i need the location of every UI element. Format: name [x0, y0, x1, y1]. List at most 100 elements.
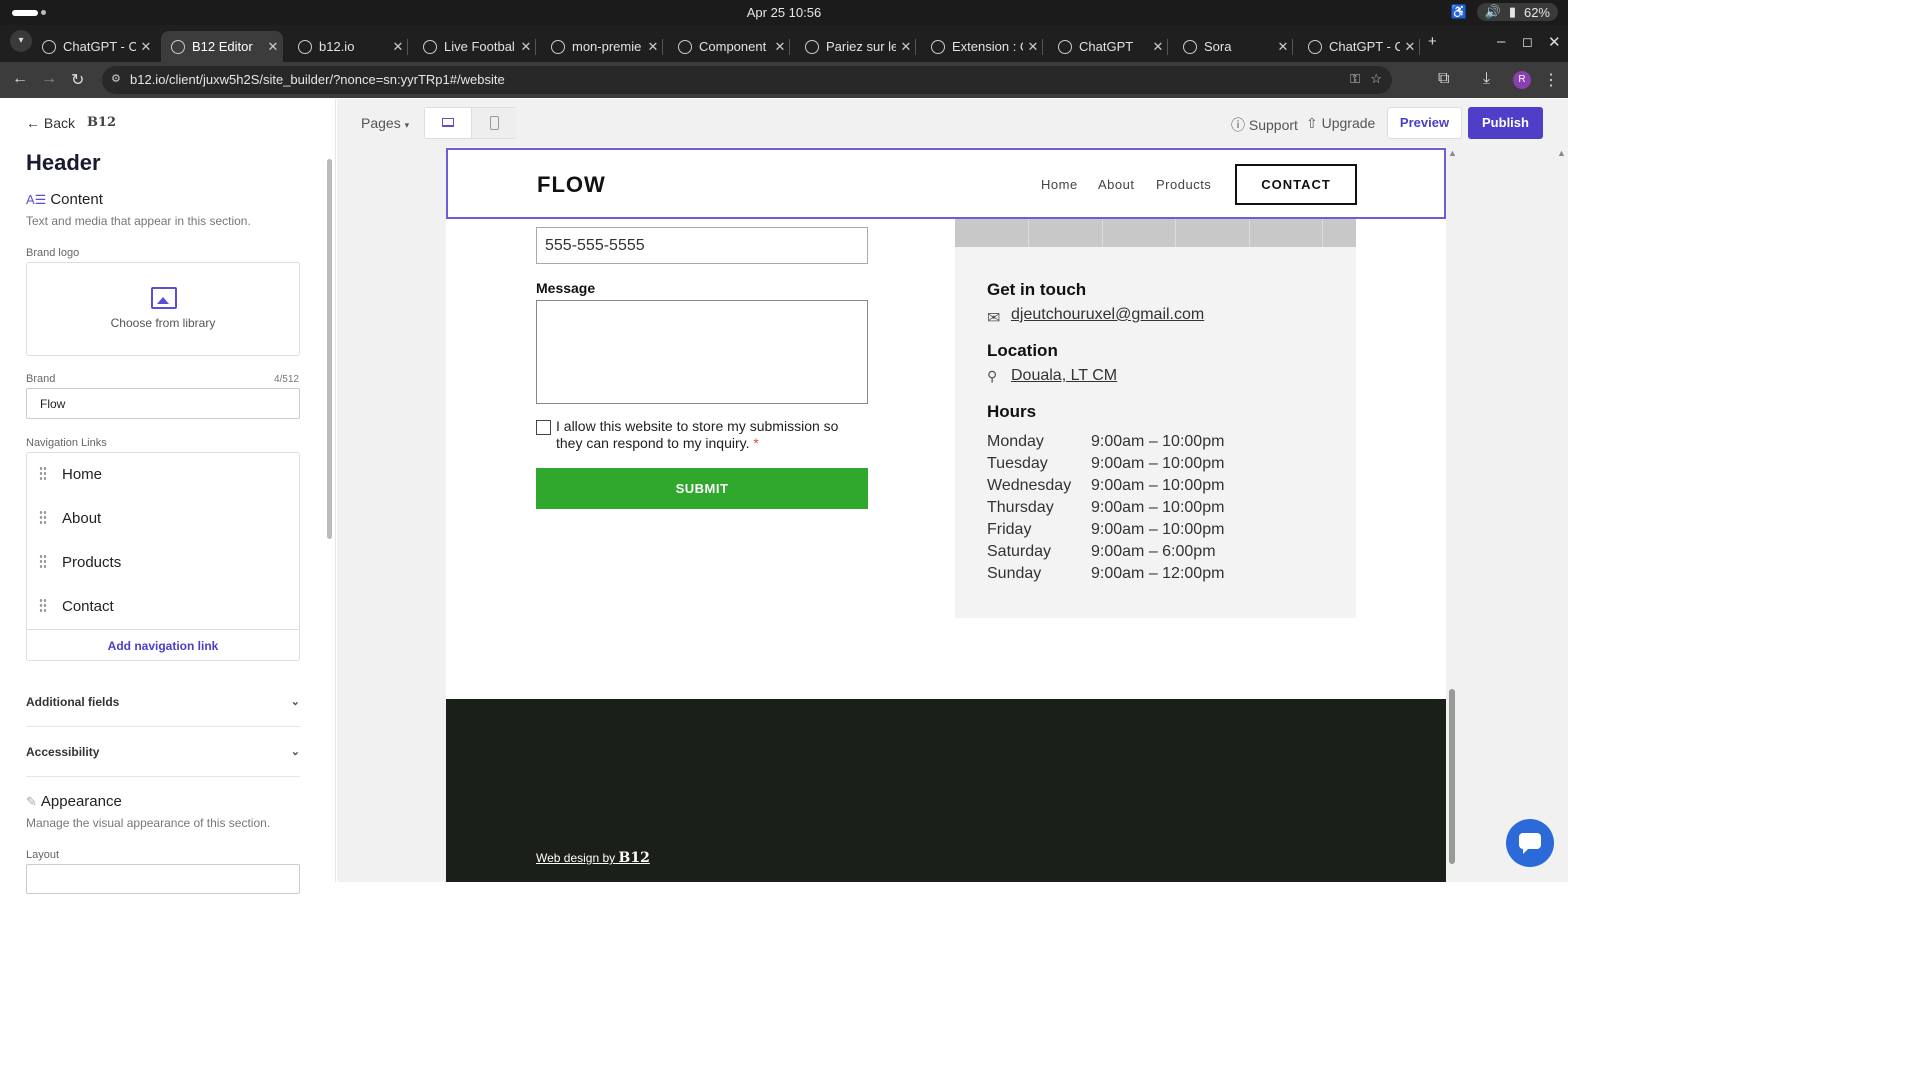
drag-handle-icon[interactable]: [39, 554, 47, 570]
nav-link-item[interactable]: About: [27, 497, 299, 541]
tab-active[interactable]: B12 Editor ✕: [161, 31, 283, 62]
forward-arrow-icon[interactable]: →: [41, 70, 57, 88]
sidebar-scrollbar[interactable]: [327, 159, 332, 539]
back-arrow-icon[interactable]: ←: [12, 70, 28, 88]
tab-close-icon[interactable]: ✕: [1400, 39, 1420, 55]
new-tab-button[interactable]: +: [1428, 33, 1437, 50]
tab-close-icon[interactable]: ✕: [1273, 39, 1293, 55]
browser-tab[interactable]: Sora ✕: [1173, 31, 1293, 62]
support-link[interactable]: ⓘ Support: [1231, 115, 1298, 135]
nav-link-item[interactable]: Contact: [27, 585, 299, 629]
tab-close-icon[interactable]: ✕: [136, 39, 156, 55]
map-gridline: [1102, 219, 1103, 247]
drag-handle-icon[interactable]: [39, 510, 47, 526]
tab-title: mon-premie: [572, 39, 642, 54]
pages-dropdown[interactable]: Pages ▾: [361, 115, 409, 145]
battery-status[interactable]: 🔊 ▮ 62%: [1476, 3, 1558, 21]
email-link[interactable]: djeutchouruxel@gmail.com: [1011, 306, 1204, 324]
navigation-links-label: Navigation Links: [26, 437, 107, 449]
web-design-credit-link[interactable]: Web design by B12: [536, 850, 650, 866]
browser-tab[interactable]: Component ✕: [668, 31, 790, 62]
browser-tab[interactable]: Extension : C ✕: [921, 31, 1043, 62]
divider: [26, 776, 300, 777]
site-nav-products[interactable]: Products: [1156, 177, 1211, 192]
system-tray[interactable]: ♿ 🔊 ▮ 62%: [1450, 3, 1558, 21]
map-gridline: [1028, 219, 1029, 247]
tab-separator: [1419, 39, 1420, 55]
close-window-button[interactable]: ✕: [1548, 33, 1561, 51]
tab-close-icon[interactable]: ✕: [1148, 39, 1168, 55]
nav-link-item[interactable]: Home: [27, 453, 299, 497]
system-clock[interactable]: Apr 25 10:56: [0, 5, 1568, 20]
tab-close-icon[interactable]: ✕: [1023, 39, 1043, 55]
location-pin-icon: ⚲: [987, 368, 998, 384]
site-nav-about[interactable]: About: [1098, 177, 1134, 192]
browser-tab[interactable]: ChatGPT - C ✕: [1298, 31, 1420, 62]
layout-select[interactable]: [26, 864, 300, 894]
browser-menu-icon[interactable]: ⋮: [1543, 70, 1559, 90]
site-nav-home[interactable]: Home: [1041, 177, 1078, 192]
browser-tab[interactable]: ChatGPT - C ✕: [32, 31, 156, 62]
tab-close-icon[interactable]: ✕: [643, 39, 663, 55]
tab-favicon-icon: [678, 39, 692, 54]
hours-day: Wednesday: [987, 477, 1072, 494]
brand-label: Brand: [26, 373, 56, 385]
scroll-up-arrow-icon[interactable]: ▲: [1448, 148, 1457, 158]
message-textarea[interactable]: [536, 300, 868, 404]
site-footer[interactable]: Web design by B12: [446, 699, 1446, 882]
submit-button[interactable]: SUBMIT: [536, 468, 868, 509]
scroll-up-arrow-icon[interactable]: ▲: [1557, 148, 1566, 158]
browser-tab[interactable]: b12.io ✕: [288, 31, 408, 62]
chat-support-button[interactable]: [1506, 819, 1554, 867]
drag-handle-icon[interactable]: [39, 466, 47, 482]
tab-title: ChatGPT - C: [1329, 39, 1400, 54]
browser-tab[interactable]: Live Footbal ✕: [413, 31, 536, 62]
bookmark-star-icon[interactable]: ☆: [1370, 71, 1382, 87]
maximize-button[interactable]: ◻: [1522, 34, 1533, 50]
location-link[interactable]: Douala, LT CM: [1011, 367, 1117, 385]
tab-close-icon[interactable]: ✕: [770, 39, 790, 55]
mobile-view-button[interactable]: [471, 108, 517, 138]
tab-title: Sora: [1204, 39, 1232, 54]
additional-fields-label: Additional fields: [26, 695, 120, 709]
brand-logo-picker[interactable]: Choose from library: [26, 262, 300, 356]
accessibility-toggle[interactable]: Accessibility ⌄: [26, 745, 300, 759]
download-icon[interactable]: ⤓: [1483, 70, 1490, 88]
consent-checkbox[interactable]: [536, 420, 551, 435]
profile-avatar[interactable]: R: [1513, 71, 1531, 89]
browser-tab[interactable]: mon-premie ✕: [541, 31, 663, 62]
content-section-title: Content: [50, 191, 103, 208]
back-button[interactable]: ← Back: [26, 115, 75, 131]
extensions-icon[interactable]: ⧉: [1438, 70, 1449, 88]
desktop-view-button[interactable]: [425, 108, 471, 138]
browser-tab[interactable]: Pariez sur le ✕: [795, 31, 916, 62]
reload-icon[interactable]: ↻: [71, 70, 84, 90]
address-bar[interactable]: ⚙ b12.io/client/juxw5h2S/site_builder/?n…: [102, 66, 1392, 94]
browser-tab[interactable]: ChatGPT ✕: [1048, 31, 1168, 62]
site-brand[interactable]: FLOW: [537, 172, 606, 198]
additional-fields-toggle[interactable]: Additional fields ⌄: [26, 695, 300, 709]
add-navigation-link-button[interactable]: Add navigation link: [27, 629, 299, 661]
tab-close-icon[interactable]: ✕: [388, 39, 408, 55]
tab-close-icon[interactable]: ✕: [896, 39, 916, 55]
map-gridline: [1175, 219, 1176, 247]
publish-button[interactable]: Publish: [1468, 107, 1543, 139]
nav-link-item[interactable]: Products: [27, 541, 299, 585]
brand-input[interactable]: Flow: [26, 388, 300, 419]
site-info-icon[interactable]: ⚙: [111, 72, 121, 85]
tab-search-button[interactable]: ▾: [10, 30, 32, 52]
tab-close-icon[interactable]: ✕: [516, 39, 536, 55]
tab-close-icon[interactable]: ✕: [263, 39, 283, 55]
site-contact-button[interactable]: CONTACT: [1235, 164, 1357, 205]
minimize-button[interactable]: –: [1497, 33, 1505, 50]
volume-icon: 🔊: [1484, 4, 1501, 19]
accessibility-icon[interactable]: ♿: [1450, 4, 1466, 20]
drag-handle-icon[interactable]: [39, 598, 47, 614]
phone-field[interactable]: 555-555-5555: [536, 227, 868, 264]
site-header-section[interactable]: FLOW Home About Products CONTACT: [446, 148, 1446, 219]
password-key-icon[interactable]: ⚿: [1350, 71, 1360, 87]
canvas-scrollbar[interactable]: [1449, 689, 1455, 864]
upgrade-link[interactable]: ⇧ Upgrade: [1306, 115, 1375, 132]
tab-title: ChatGPT - C: [63, 39, 136, 54]
preview-button[interactable]: Preview: [1387, 107, 1462, 139]
